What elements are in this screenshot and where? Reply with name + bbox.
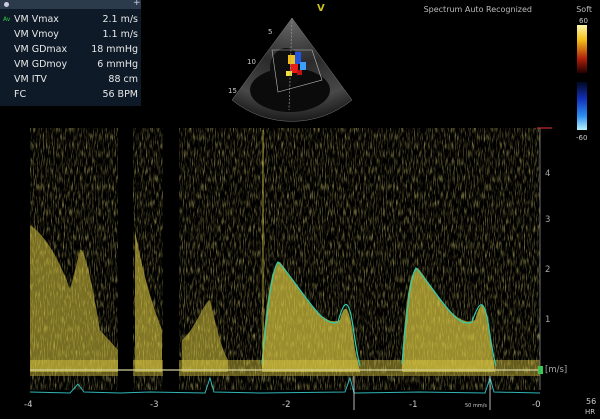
t-tick--4: -4 xyxy=(24,400,32,410)
baseline-handle[interactable] xyxy=(538,366,543,374)
dropout-band xyxy=(163,128,179,390)
v-tick-4: 4 xyxy=(545,169,550,179)
hr-unit: HR xyxy=(585,408,595,416)
ultrasound-display: 5 10 15 60 -60 4 3 2 1 [m/s] -4 -3 -2 -1… xyxy=(24,17,596,416)
t-tick--1: -1 xyxy=(409,400,417,410)
depth-5: 5 xyxy=(268,28,272,36)
v-tick-2: 2 xyxy=(545,265,550,275)
doppler-spectrum xyxy=(30,128,540,390)
hr-value: 56 xyxy=(586,397,596,406)
depth-10: 10 xyxy=(247,58,256,66)
t-tick--0: -0 xyxy=(532,400,540,410)
v-tick-1: 1 xyxy=(545,315,550,325)
sweep-speed: 50 mm/s xyxy=(465,403,487,409)
velocity-unit: [m/s] xyxy=(545,365,567,375)
t-tick--3: -3 xyxy=(150,400,158,410)
colorbar-min: -60 xyxy=(576,134,587,142)
dropout-band xyxy=(118,128,133,390)
velocity-axis: 4 3 2 1 [m/s] xyxy=(537,127,567,390)
sector-image: 5 10 15 xyxy=(228,17,353,122)
v-tick-3: 3 xyxy=(545,215,550,225)
color-scale-bar: 60 -60 xyxy=(576,17,588,142)
colorbar-max: 60 xyxy=(579,17,588,25)
t-tick--2: -2 xyxy=(282,400,290,410)
time-axis: -4 -3 -2 -1 -0 50 mm/s xyxy=(24,400,540,410)
depth-15: 15 xyxy=(228,87,237,95)
